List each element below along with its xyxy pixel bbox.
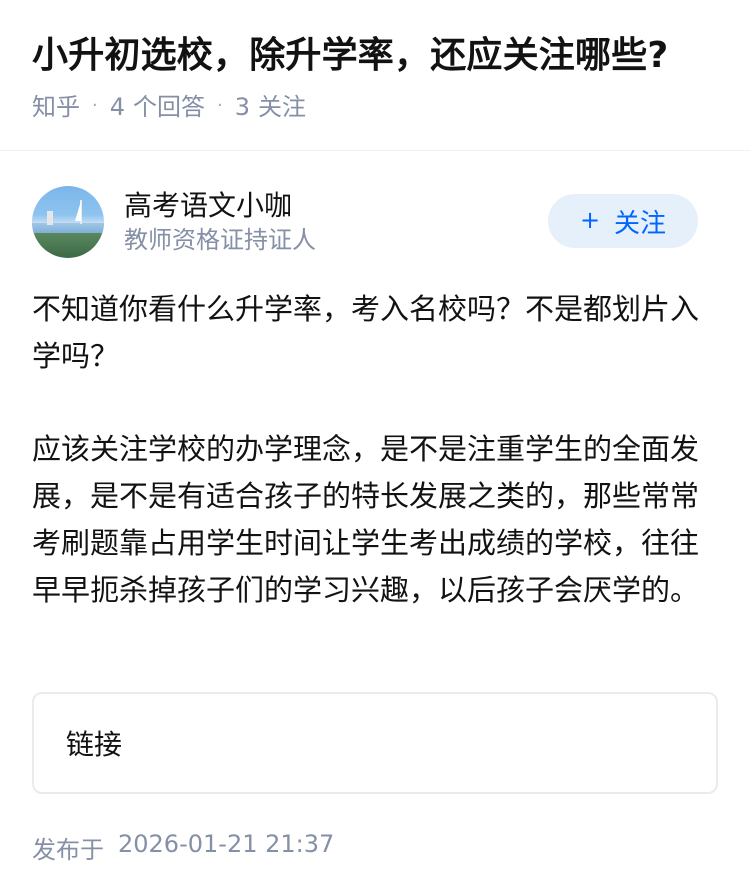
followers-count: 3: [234, 93, 251, 122]
avatar-tower: [47, 211, 53, 225]
publish-time: 发布于 2026-01-21 21:37: [32, 830, 334, 865]
question-header: 小升初选校，除升学率，还应关注哪些? 知乎 · 4 个回答 · 3 关注: [0, 0, 750, 151]
author-badge: 教师资格证持证人: [124, 225, 316, 254]
follow-button[interactable]: + 关注: [548, 194, 698, 248]
answers-count-link[interactable]: 4 个回答: [110, 95, 205, 119]
answer-content: 不知道你看什么升学率，考入名校吗？不是都划片入学吗？ 应该关注学校的办学理念，是…: [32, 286, 718, 614]
author-row: 高考语文小咖 教师资格证持证人 + 关注: [32, 186, 718, 258]
answer-page: 小升初选校，除升学率，还应关注哪些? 知乎 · 4 个回答 · 3 关注 高考语…: [0, 0, 750, 896]
follow-label: 关注: [614, 208, 667, 239]
avatar[interactable]: [32, 186, 104, 258]
answers-label: 个回答: [133, 93, 206, 122]
plus-icon: +: [579, 206, 601, 234]
avatar-water: [32, 223, 104, 233]
source-label[interactable]: 知乎: [32, 95, 80, 119]
meta-separator: ·: [217, 95, 223, 117]
answer-paragraph: 不知道你看什么升学率，考入名校吗？不是都划片入学吗？: [32, 292, 700, 373]
question-meta: 知乎 · 4 个回答 · 3 关注: [32, 95, 718, 119]
link-card-label: 链接: [66, 728, 123, 761]
answer-paragraph: 应该关注学校的办学理念，是不是注重学生的全面发展，是不是有适合孩子的特长发展之类…: [32, 432, 700, 607]
publish-timestamp: 2026-01-21 21:37: [118, 830, 335, 858]
publish-label: 发布于: [32, 836, 104, 864]
followers-label: 关注: [258, 93, 307, 122]
meta-separator: ·: [92, 95, 98, 117]
followers-count-link[interactable]: 3 关注: [235, 95, 306, 119]
link-card[interactable]: 链接: [32, 692, 718, 794]
avatar-sail: [75, 201, 81, 221]
question-title[interactable]: 小升初选校，除升学率，还应关注哪些?: [32, 34, 718, 77]
answers-count: 4: [109, 93, 126, 122]
author-name[interactable]: 高考语文小咖: [124, 189, 316, 222]
author-info: 高考语文小咖 教师资格证持证人: [124, 189, 316, 255]
